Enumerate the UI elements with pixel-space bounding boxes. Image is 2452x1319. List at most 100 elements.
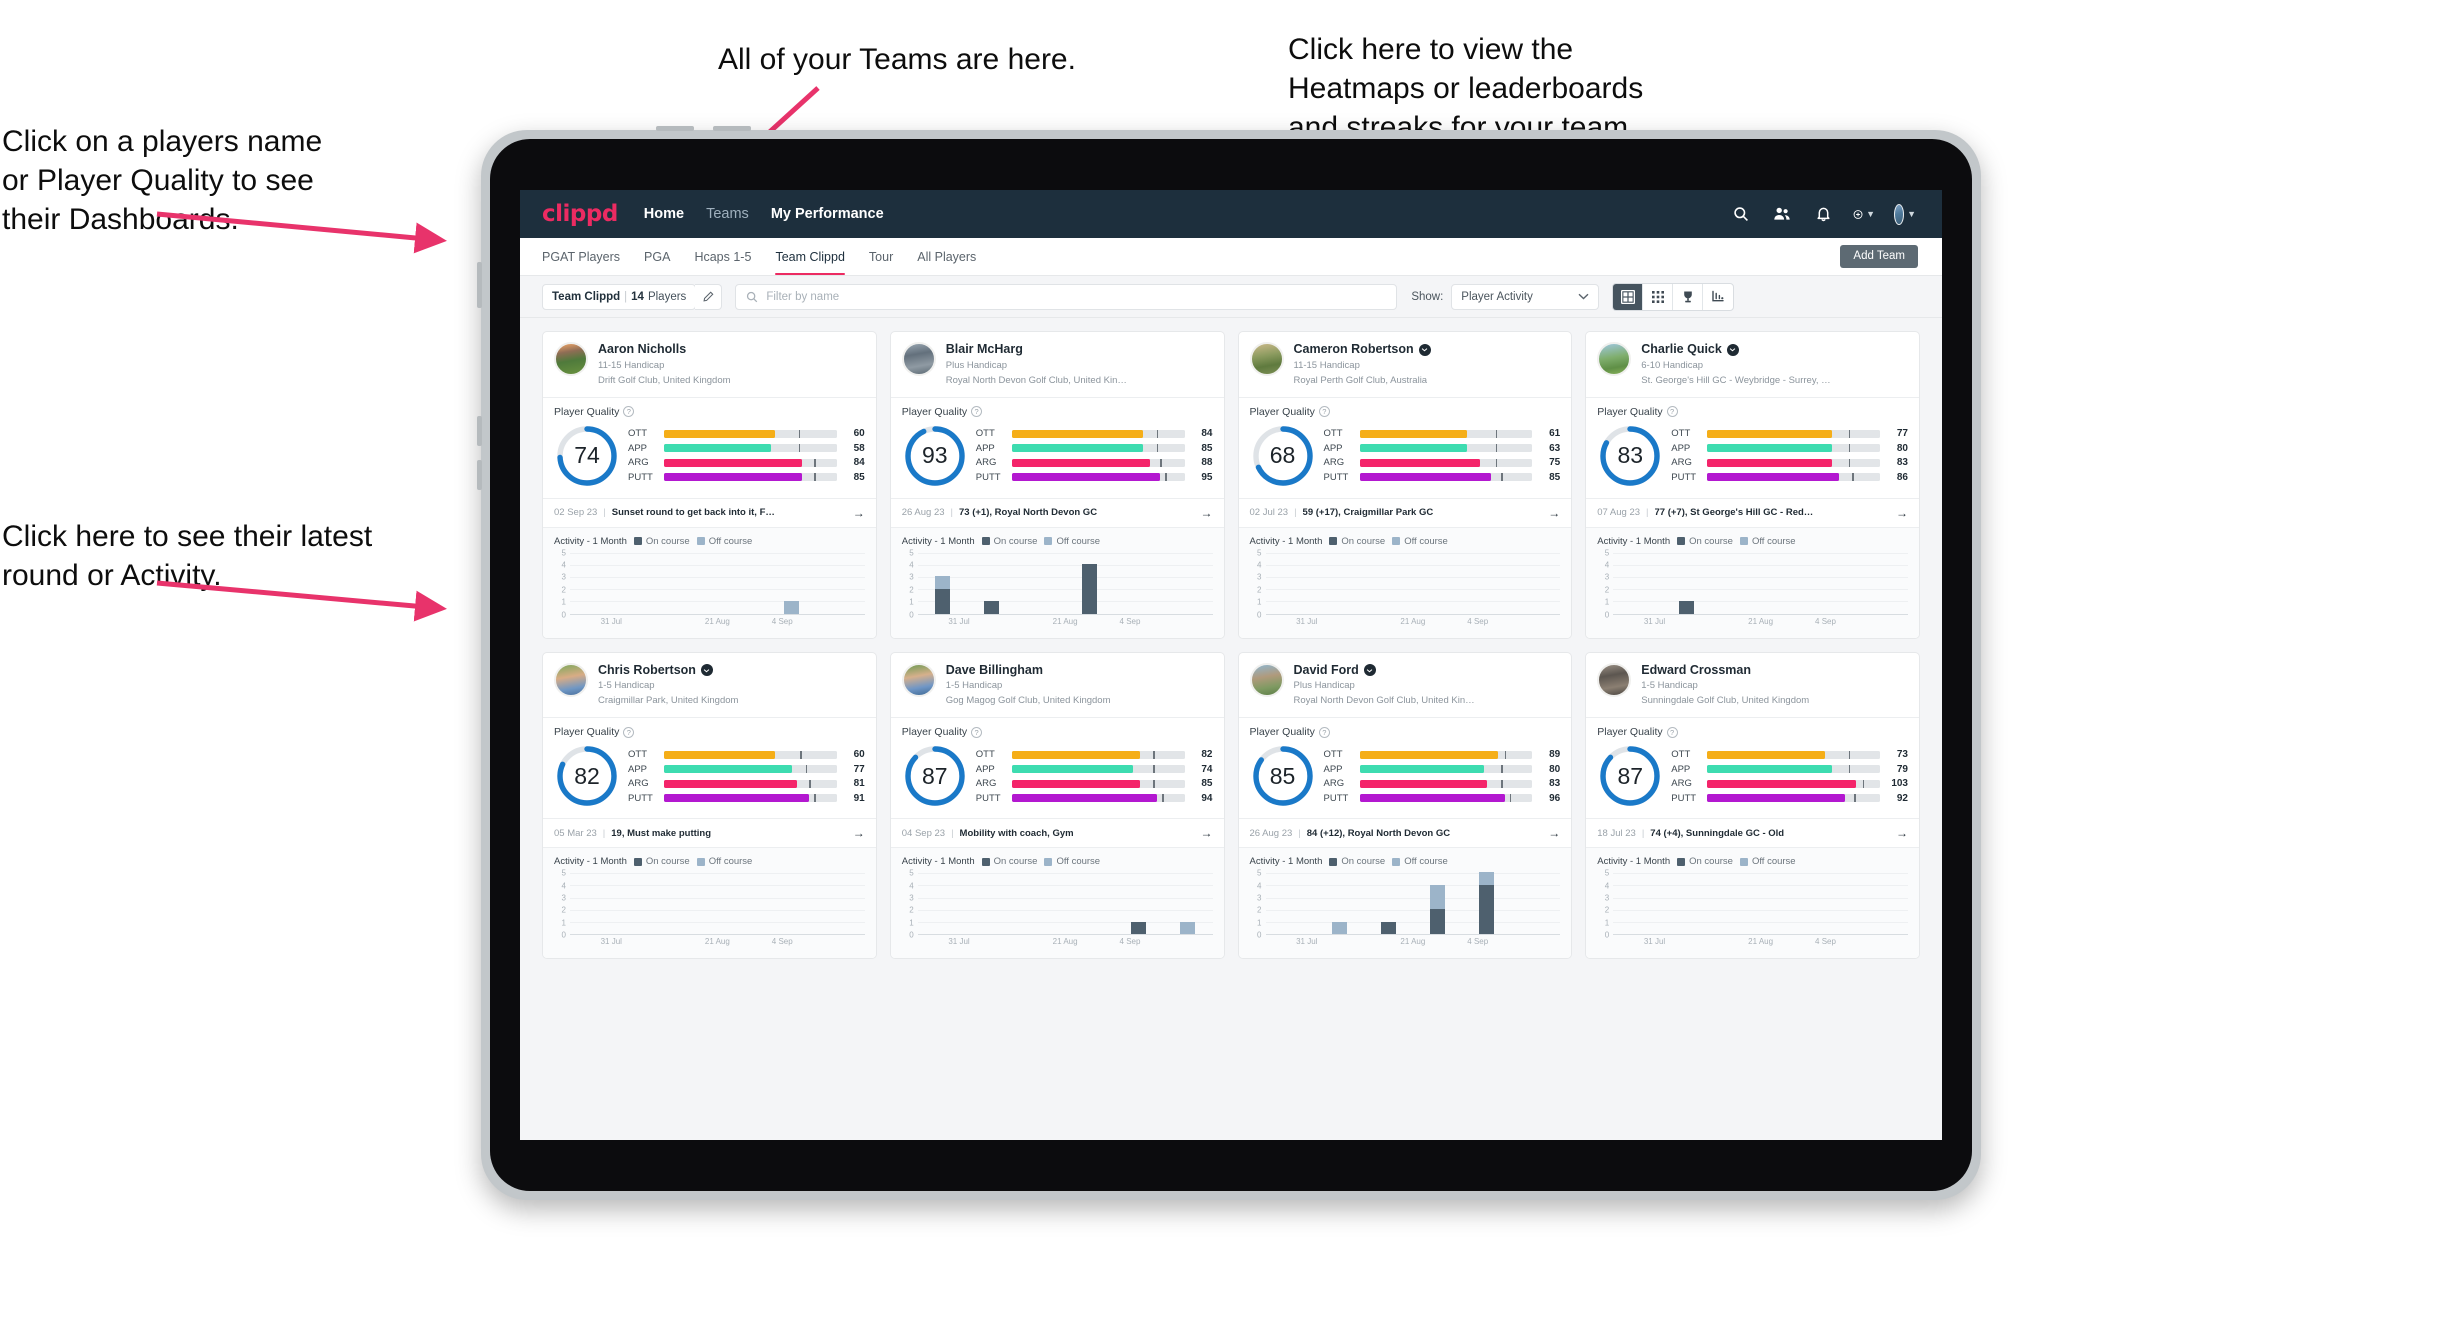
x-tick: 21 Aug — [1400, 937, 1426, 947]
player-card[interactable]: Edward Crossman 1-5 Handicap Sunningdale G… — [1585, 651, 1920, 960]
heatmap-icon[interactable] — [1703, 284, 1733, 310]
player-card-header[interactable]: Cameron Robertson 11-15 Handicap Royal Per… — [1239, 332, 1572, 397]
x-tick: 21 Aug — [1052, 616, 1078, 626]
arrow-right-icon[interactable]: → — [1896, 826, 1908, 840]
player-quality-block[interactable]: Player Quality? 74 OTT 60 APP 58 ARG 84 PUTT 85 — [543, 396, 876, 498]
team-summary-chip[interactable]: Team Clippd | 14 Players — [542, 283, 697, 310]
player-card[interactable]: Charlie Quick 6-10 Handicap St. George's H… — [1585, 331, 1920, 639]
player-quality-block[interactable]: Player Quality? 68 OTT 61 APP 63 ARG 75 PUTT 85 — [1238, 396, 1572, 498]
player-card[interactable]: Chris Robertson 1-5 Handicap Craigmillar P… — [542, 651, 877, 960]
tab-pga[interactable]: PGA — [644, 238, 670, 275]
question-icon[interactable]: ? — [1666, 726, 1678, 738]
tab-tour[interactable]: Tour — [869, 238, 893, 275]
question-icon[interactable]: ? — [623, 406, 635, 418]
player-card-header[interactable]: Edward Crossman 1-5 Handicap Sunningdale G… — [1586, 653, 1919, 718]
player-card-header[interactable]: David Ford Plus Handicap Royal North Devon… — [1239, 653, 1572, 718]
show-select[interactable]: Player Activity — [1451, 283, 1600, 310]
latest-round-row[interactable]: 05 Mar 23 | 19, Must make putting → — [543, 818, 876, 847]
arrow-right-icon[interactable]: → — [1548, 506, 1560, 520]
player-card[interactable]: Blair McHarg Plus Handicap Royal North Dev… — [889, 331, 1225, 639]
avatar — [1597, 662, 1632, 697]
player-name[interactable]: Cameron Robertson — [1294, 342, 1431, 357]
nav-link-my-performance[interactable]: My Performance — [771, 206, 884, 222]
bar-segment-on-course — [1479, 884, 1495, 935]
question-icon[interactable]: ? — [623, 726, 635, 738]
search-input[interactable] — [766, 290, 1387, 303]
tab-team-clippd[interactable]: Team Clippd — [775, 238, 846, 275]
latest-round-row[interactable]: 07 Aug 23 | 77 (+7), St George's Hill GC -… — [1586, 497, 1919, 527]
player-card[interactable]: Cameron Robertson 11-15 Handicap Royal Per… — [1237, 331, 1573, 639]
arrow-right-icon[interactable]: → — [1201, 826, 1213, 840]
player-quality-block[interactable]: Player Quality? 87 OTT 82 APP 74 ARG 85 PUTT 94 — [890, 717, 1224, 818]
player-name[interactable]: Charlie Quick — [1641, 342, 1830, 357]
player-name[interactable]: Chris Robertson — [598, 663, 738, 678]
player-card[interactable]: David Ford Plus Handicap Royal North Devon… — [1237, 651, 1573, 960]
metric-label: OTT — [1323, 749, 1343, 760]
y-tick: 4 — [909, 881, 914, 891]
player-name[interactable]: Dave Billingham — [946, 663, 1111, 678]
search-input-wrapper[interactable] — [735, 283, 1398, 310]
arrow-right-icon[interactable]: → — [1201, 506, 1213, 520]
player-card[interactable]: Aaron Nicholls 11-15 Handicap Drift Golf C… — [542, 331, 877, 639]
latest-round-row[interactable]: 02 Sep 23 | Sunset round to get back into … — [543, 497, 876, 527]
add-team-button[interactable]: Add Team — [1840, 245, 1918, 268]
player-card-header[interactable]: Dave Billingham 1-5 Handicap Gog Magog Gol… — [891, 653, 1224, 718]
x-tick: 31 Jul — [1643, 616, 1666, 626]
nav-link-teams[interactable]: Teams — [706, 206, 749, 222]
arrow-right-icon[interactable]: → — [1896, 506, 1908, 520]
player-quality-block[interactable]: Player Quality? 83 OTT 77 APP 80 ARG 83 PUTT 86 — [1586, 396, 1919, 498]
metric-track — [1707, 458, 1880, 467]
nav-link-home[interactable]: Home — [644, 206, 684, 222]
player-card-header[interactable]: Charlie Quick 6-10 Handicap St. George's H… — [1586, 332, 1919, 397]
player-card-header[interactable]: Aaron Nicholls 11-15 Handicap Drift Golf C… — [543, 332, 876, 397]
grid-large-icon[interactable] — [1613, 283, 1644, 310]
player-quality-block[interactable]: Player Quality? 87 OTT 73 APP 79 ARG 103 PUTT 92 — [1586, 717, 1919, 818]
latest-round-row[interactable]: 02 Jul 23 | 59 (+17), Craigmillar Park GC → — [1238, 497, 1572, 527]
latest-round-row[interactable]: 26 Aug 23 | 84 (+12), Royal North Devon GC… — [1238, 818, 1572, 847]
player-name[interactable]: Blair McHarg — [946, 342, 1127, 357]
latest-round-text: 59 (+17), Craigmillar Park GC — [1302, 507, 1434, 519]
player-quality-block[interactable]: Player Quality? 82 OTT 60 APP 77 ARG 81 PUTT 91 — [543, 717, 876, 818]
metric-fill — [664, 458, 803, 467]
plus-circle-icon[interactable]: ▼ — [1853, 203, 1875, 225]
question-icon[interactable]: ? — [971, 406, 983, 418]
tab-hcaps-1-5[interactable]: Hcaps 1-5 — [694, 238, 751, 275]
tab-pgat-players[interactable]: PGAT Players — [542, 238, 620, 275]
player-card-header[interactable]: Chris Robertson 1-5 Handicap Craigmillar P… — [543, 653, 876, 718]
metric-fill — [664, 429, 775, 438]
player-quality-block[interactable]: Player Quality? 93 OTT 84 APP 85 ARG 88 PUTT 95 — [890, 396, 1224, 498]
player-name[interactable]: Edward Crossman — [1641, 663, 1809, 678]
trophy-icon[interactable] — [1673, 283, 1704, 310]
latest-round-row[interactable]: 18 Jul 23 | 74 (+4), Sunningdale GC - Old → — [1586, 818, 1919, 847]
clippd-logo[interactable]: clippd — [542, 201, 618, 227]
question-icon[interactable]: ? — [971, 726, 983, 738]
arrow-right-icon[interactable]: → — [853, 826, 865, 840]
question-icon[interactable]: ? — [1318, 726, 1330, 738]
latest-round-row[interactable]: 26 Aug 23 | 73 (+1), Royal North Devon GC → — [890, 497, 1224, 527]
metric-label: OTT — [1323, 428, 1343, 440]
arrow-right-icon[interactable]: → — [1548, 826, 1560, 840]
question-icon[interactable]: ? — [1318, 406, 1330, 418]
search-icon[interactable] — [1730, 203, 1752, 225]
grid-small-icon[interactable] — [1643, 283, 1674, 310]
player-name[interactable]: David Ford — [1294, 663, 1475, 678]
player-name[interactable]: Aaron Nicholls — [598, 342, 731, 357]
people-icon[interactable] — [1771, 203, 1793, 225]
bell-icon[interactable] — [1812, 203, 1834, 225]
player-card-header[interactable]: Blair McHarg Plus Handicap Royal North Dev… — [891, 332, 1224, 397]
avatar-icon[interactable]: ▼ — [1894, 203, 1916, 225]
player-quality-label: Player Quality — [554, 726, 620, 739]
pencil-icon[interactable] — [695, 283, 723, 310]
metric-bars: OTT 60 APP 77 ARG 81 PUTT 91 — [628, 749, 865, 804]
team-chip-separator: | — [624, 290, 628, 303]
metric-label: APP — [1323, 763, 1343, 775]
question-icon[interactable]: ? — [1666, 406, 1678, 418]
metric-track — [664, 794, 837, 802]
player-quality-block[interactable]: Player Quality? 85 OTT 89 APP 80 ARG 83 PUTT 96 — [1238, 717, 1572, 818]
y-tick: 0 — [561, 930, 566, 940]
latest-round-row[interactable]: 04 Sep 23 | Mobility with coach, Gym → — [890, 818, 1224, 847]
arrow-right-icon[interactable]: → — [853, 506, 865, 520]
tab-all-players[interactable]: All Players — [917, 238, 976, 275]
player-card[interactable]: Dave Billingham 1-5 Handicap Gog Magog Gol… — [889, 651, 1225, 960]
metric-fill — [1359, 444, 1467, 453]
